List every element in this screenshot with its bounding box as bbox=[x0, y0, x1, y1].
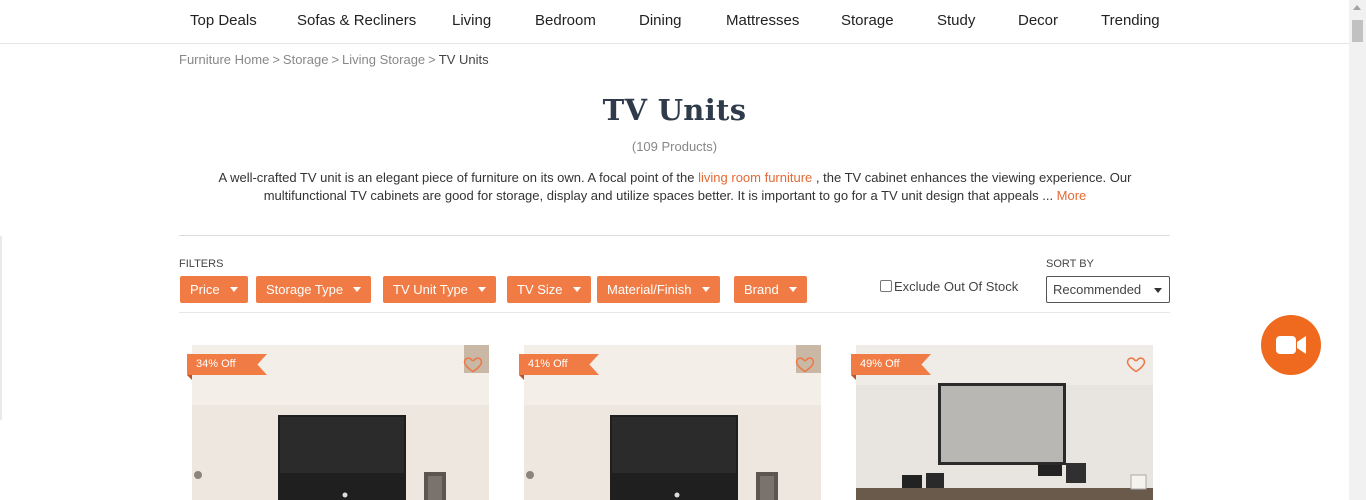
breadcrumb-furniture-home[interactable]: Furniture Home bbox=[179, 52, 269, 67]
breadcrumb-current: TV Units bbox=[438, 52, 489, 67]
breadcrumb-separator: > bbox=[272, 52, 280, 67]
filter-label: Material/Finish bbox=[607, 282, 692, 297]
caret-down-icon bbox=[229, 287, 238, 292]
living-room-furniture-link[interactable]: living room furniture bbox=[698, 170, 812, 185]
filter-label: TV Size bbox=[517, 282, 563, 297]
discount-badge: 41% Off bbox=[519, 354, 599, 375]
heart-outline-icon[interactable] bbox=[795, 354, 815, 374]
video-camera-icon bbox=[1276, 336, 1306, 354]
nav-trending[interactable]: Trending bbox=[1101, 12, 1160, 29]
nav-sofas-recliners[interactable]: Sofas & Recliners bbox=[297, 12, 416, 29]
filters-label: FILTERS bbox=[179, 258, 224, 270]
scrollbar-thumb[interactable] bbox=[1352, 20, 1363, 42]
top-navigation: Top Deals Sofas & Recliners Living Bedro… bbox=[0, 0, 1349, 44]
read-more-link[interactable]: More bbox=[1057, 188, 1087, 203]
page-scrollbar[interactable] bbox=[1349, 0, 1366, 500]
exclude-out-of-stock-label: Exclude Out Of Stock bbox=[894, 279, 1019, 294]
filter-material-finish-button[interactable]: Material/Finish bbox=[597, 276, 720, 303]
nav-decor[interactable]: Decor bbox=[1018, 12, 1058, 29]
breadcrumb-storage[interactable]: Storage bbox=[283, 52, 329, 67]
nav-mattresses[interactable]: Mattresses bbox=[726, 12, 799, 29]
badge-fold bbox=[187, 375, 192, 380]
filter-price-button[interactable]: Price bbox=[180, 276, 248, 303]
sort-by-select[interactable]: Recommended bbox=[1046, 276, 1170, 303]
discount-badge: 49% Off bbox=[851, 354, 931, 375]
filter-label: Storage Type bbox=[266, 282, 344, 297]
caret-down-icon bbox=[788, 287, 797, 292]
nav-dining[interactable]: Dining bbox=[639, 12, 682, 29]
filter-brand-button[interactable]: Brand bbox=[734, 276, 807, 303]
caret-down-icon bbox=[701, 287, 710, 292]
category-description: A well-crafted TV unit is an elegant pie… bbox=[190, 169, 1160, 205]
filter-storage-type-button[interactable]: Storage Type bbox=[256, 276, 372, 303]
filter-label: TV Unit Type bbox=[393, 282, 468, 297]
product-count: (109 Products) bbox=[631, 139, 718, 154]
caret-down-icon bbox=[353, 287, 362, 292]
divider bbox=[179, 312, 1170, 313]
breadcrumb-living-storage[interactable]: Living Storage bbox=[342, 52, 425, 67]
badge-fold bbox=[519, 375, 524, 380]
filter-tv-unit-type-button[interactable]: TV Unit Type bbox=[383, 276, 496, 303]
breadcrumb-separator: > bbox=[331, 52, 340, 67]
badge-fold bbox=[851, 375, 856, 380]
sort-by-label: SORT BY bbox=[1046, 258, 1094, 270]
nav-top-deals[interactable]: Top Deals bbox=[190, 12, 257, 29]
nav-study[interactable]: Study bbox=[937, 12, 975, 29]
filter-label: Price bbox=[190, 282, 220, 297]
side-tab-edge bbox=[0, 236, 2, 420]
nav-living[interactable]: Living bbox=[452, 12, 491, 29]
exclude-out-of-stock-toggle[interactable]: Exclude Out Of Stock bbox=[880, 279, 1018, 294]
caret-down-icon bbox=[477, 287, 486, 292]
nav-bedroom[interactable]: Bedroom bbox=[535, 12, 596, 29]
caret-down-icon bbox=[1154, 288, 1162, 293]
page-title: TV Units bbox=[602, 93, 747, 127]
sort-selected-value: Recommended bbox=[1053, 282, 1142, 297]
filter-label: Brand bbox=[744, 282, 779, 297]
heart-outline-icon[interactable] bbox=[463, 354, 483, 374]
scroll-up-arrow-icon[interactable] bbox=[1353, 5, 1361, 10]
filter-tv-size-button[interactable]: TV Size bbox=[507, 276, 591, 303]
video-call-button[interactable] bbox=[1261, 315, 1321, 375]
exclude-out-of-stock-checkbox[interactable] bbox=[880, 280, 892, 292]
nav-storage[interactable]: Storage bbox=[841, 12, 894, 29]
breadcrumb: Furniture Home > Storage > Living Storage > TV… bbox=[179, 52, 489, 67]
heart-outline-icon[interactable] bbox=[1126, 354, 1146, 374]
description-text: A well-crafted TV unit is an elegant pie… bbox=[218, 170, 699, 185]
caret-down-icon bbox=[572, 287, 581, 292]
discount-badge: 34% Off bbox=[187, 354, 267, 375]
divider bbox=[179, 235, 1170, 236]
breadcrumb-separator: > bbox=[428, 52, 436, 67]
